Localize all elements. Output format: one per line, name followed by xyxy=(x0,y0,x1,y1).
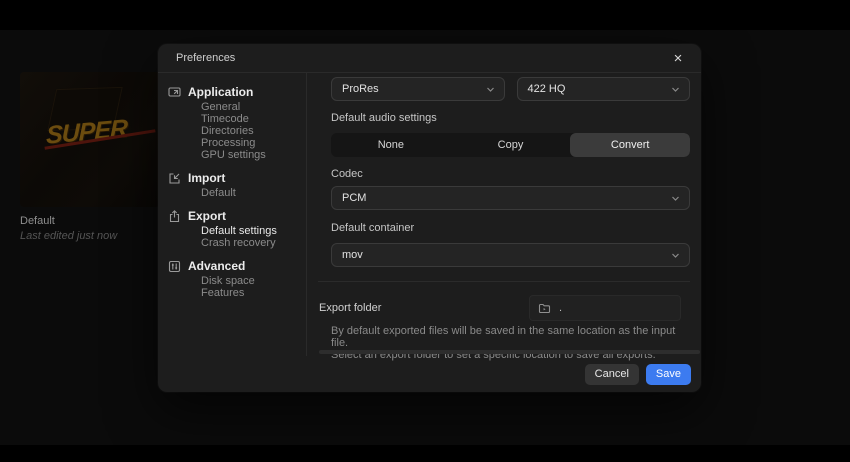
import-icon xyxy=(168,172,181,185)
container-label: Default container xyxy=(331,222,690,234)
advanced-icon xyxy=(168,260,181,273)
sidebar-group-application: Application General Timecode Directories… xyxy=(168,86,298,161)
sidebar-item-application[interactable]: Application xyxy=(168,86,298,99)
audio-settings-label: Default audio settings xyxy=(331,112,690,124)
sidebar-item-export-default-settings[interactable]: Default settings xyxy=(201,225,298,237)
sidebar-item-directories[interactable]: Directories xyxy=(201,125,298,137)
sidebar-item-processing[interactable]: Processing xyxy=(201,137,298,149)
audio-option-none[interactable]: None xyxy=(331,133,451,157)
video-format-value: ProRes xyxy=(342,83,485,95)
sidebar-label-export: Export xyxy=(188,210,226,223)
dialog-titlebar: Preferences × xyxy=(158,44,701,73)
chevron-down-icon xyxy=(670,193,681,204)
sidebar-item-gpu-settings[interactable]: GPU settings xyxy=(201,149,298,161)
sidebar-label-import: Import xyxy=(188,172,225,185)
sidebar-item-import[interactable]: Import xyxy=(168,172,298,185)
content-footer-divider xyxy=(319,350,700,354)
sidebar-label-application: Application xyxy=(188,86,253,99)
sidebar-label-advanced: Advanced xyxy=(188,260,245,273)
sidebar-item-features[interactable]: Features xyxy=(201,287,298,299)
folder-icon xyxy=(538,302,551,315)
dialog-footer: Cancel Save xyxy=(158,356,701,392)
sidebar-item-export[interactable]: Export xyxy=(168,210,298,223)
container-value: mov xyxy=(342,249,670,261)
sidebar-group-export: Export Default settings Crash recovery xyxy=(168,210,298,249)
project-card[interactable]: SUPER Default Last edited just now xyxy=(20,72,160,242)
export-icon xyxy=(168,210,181,223)
chevron-down-icon xyxy=(670,84,681,95)
project-title: Default xyxy=(20,215,160,227)
codec-value: PCM xyxy=(342,192,670,204)
audio-settings-segmented-control: None Copy Convert xyxy=(331,133,690,157)
codec-label: Codec xyxy=(331,168,690,180)
export-folder-label: Export folder xyxy=(319,302,381,314)
project-thumbnail[interactable]: SUPER xyxy=(20,72,160,207)
export-folder-value: . xyxy=(559,302,562,314)
export-settings-panel: ProRes 422 HQ Default audio settings xyxy=(307,73,701,356)
chevron-down-icon xyxy=(670,250,681,261)
sidebar-group-import: Import Default xyxy=(168,172,298,199)
audio-option-copy[interactable]: Copy xyxy=(451,133,571,157)
sidebar-item-timecode[interactable]: Timecode xyxy=(201,113,298,125)
close-icon[interactable]: × xyxy=(669,49,687,67)
sidebar-item-advanced[interactable]: Advanced xyxy=(168,260,298,273)
sidebar-item-general[interactable]: General xyxy=(201,101,298,113)
app-window: SUPER Default Last edited just now Prefe… xyxy=(0,0,850,462)
chevron-down-icon xyxy=(485,84,496,95)
audio-option-convert[interactable]: Convert xyxy=(570,133,690,157)
codec-select[interactable]: PCM xyxy=(331,186,690,210)
export-folder-row: Export folder . xyxy=(319,295,690,321)
dialog-title: Preferences xyxy=(176,52,235,64)
sidebar-item-disk-space[interactable]: Disk space xyxy=(201,275,298,287)
preferences-sidebar: Application General Timecode Directories… xyxy=(158,73,307,356)
sidebar-item-import-default[interactable]: Default xyxy=(201,187,298,199)
video-quality-select[interactable]: 422 HQ xyxy=(517,77,691,101)
export-folder-description-line1: By default exported files will be saved … xyxy=(331,325,690,349)
save-button[interactable]: Save xyxy=(646,364,691,385)
container-select[interactable]: mov xyxy=(331,243,690,267)
cancel-button[interactable]: Cancel xyxy=(585,364,639,385)
section-divider xyxy=(318,281,690,282)
project-last-edited: Last edited just now xyxy=(20,230,160,242)
sidebar-group-advanced: Advanced Disk space Features xyxy=(168,260,298,299)
export-folder-picker[interactable]: . xyxy=(529,295,681,321)
video-quality-value: 422 HQ xyxy=(528,83,671,95)
sidebar-item-crash-recovery[interactable]: Crash recovery xyxy=(201,237,298,249)
video-format-row: ProRes 422 HQ xyxy=(331,77,690,101)
preferences-dialog: Preferences × Application xyxy=(158,44,701,392)
application-icon xyxy=(168,86,181,99)
dialog-body: Application General Timecode Directories… xyxy=(158,73,701,356)
video-format-select[interactable]: ProRes xyxy=(331,77,505,101)
